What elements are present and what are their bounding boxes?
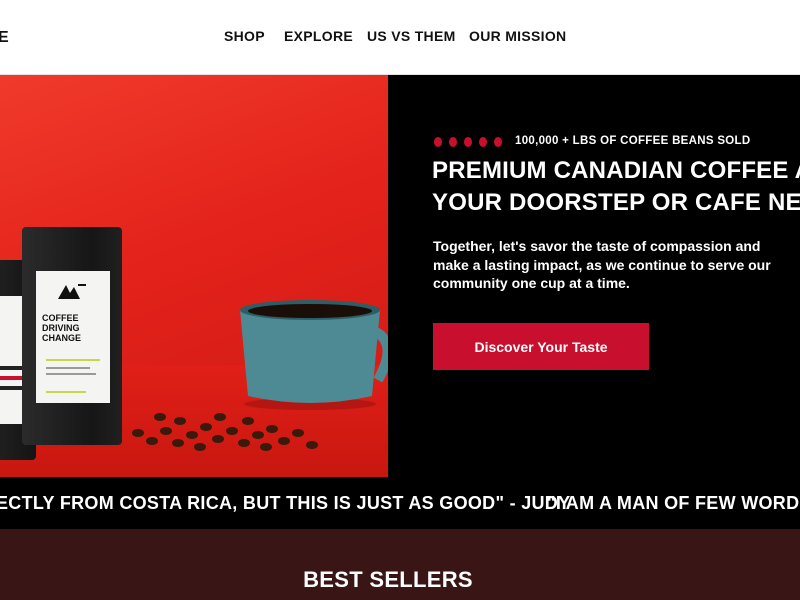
bean-icon [464, 137, 472, 147]
bean-icon [434, 137, 442, 147]
label-fine-print [46, 367, 90, 369]
hero-headline: PREMIUM CANADIAN COFFEE AT YOUR DOORSTEP… [432, 155, 800, 219]
nav-explore[interactable]: EXPLORE [284, 28, 353, 44]
hero-image: COFFEE DRIVING CHANGE [0, 75, 388, 477]
bag-label-line-3: CHANGE [42, 333, 82, 343]
nav-our-mission[interactable]: OUR MISSION [469, 28, 566, 44]
bag-label-line-2: DRIVING [42, 323, 80, 333]
testimonial-quote: ECTLY FROM COSTA RICA, BUT THIS IS JUST … [0, 493, 571, 513]
sold-badge-text: 100,000 + LBS OF COFFEE BEANS SOLD [515, 135, 751, 147]
label-accent-stripe [46, 359, 100, 361]
coffee-bag-front: COFFEE DRIVING CHANGE [22, 227, 122, 445]
hero-copy: 100,000 + LBS OF COFFEE BEANS SOLD PREMI… [388, 75, 800, 477]
testimonial-quote: "I AM A MAN OF FEW WORDS. [547, 493, 800, 513]
hero-headline-line-1: PREMIUM CANADIAN COFFEE AT [432, 157, 800, 184]
hero-body: Together, let's savor the taste of compa… [433, 238, 771, 291]
main-nav: SHOP EXPLORE US VS THEM OUR MISSION [0, 28, 800, 48]
site-header: E SHOP EXPLORE US VS THEM OUR MISSION [0, 0, 800, 75]
bean-icon [449, 137, 457, 147]
best-sellers-title: BEST SELLERS [303, 567, 473, 592]
nav-shop[interactable]: SHOP [224, 28, 265, 44]
hero-headline-line-2: YOUR DOORSTEP OR CAFE NEAR YOU [432, 189, 800, 216]
testimonial-marquee: ECTLY FROM COSTA RICA, BUT THIS IS JUST … [0, 477, 800, 529]
coffee-bag-label: COFFEE DRIVING CHANGE [36, 271, 110, 403]
discover-your-taste-button[interactable]: Discover Your Taste [433, 323, 649, 370]
best-sellers-section: BEST SELLERS [0, 529, 800, 600]
coffee-cup-icon [240, 300, 388, 410]
bag-product-name: COFFEE DRIVING CHANGE [42, 313, 81, 343]
nav-us-vs-them[interactable]: US VS THEM [367, 28, 456, 44]
label-fine-print [46, 391, 86, 393]
label-fine-print [46, 373, 96, 375]
bag-label-line-1: COFFEE [42, 313, 79, 323]
bean-icon [479, 137, 487, 147]
bean-icon [494, 137, 502, 147]
mountain-logo-icon [58, 284, 86, 299]
